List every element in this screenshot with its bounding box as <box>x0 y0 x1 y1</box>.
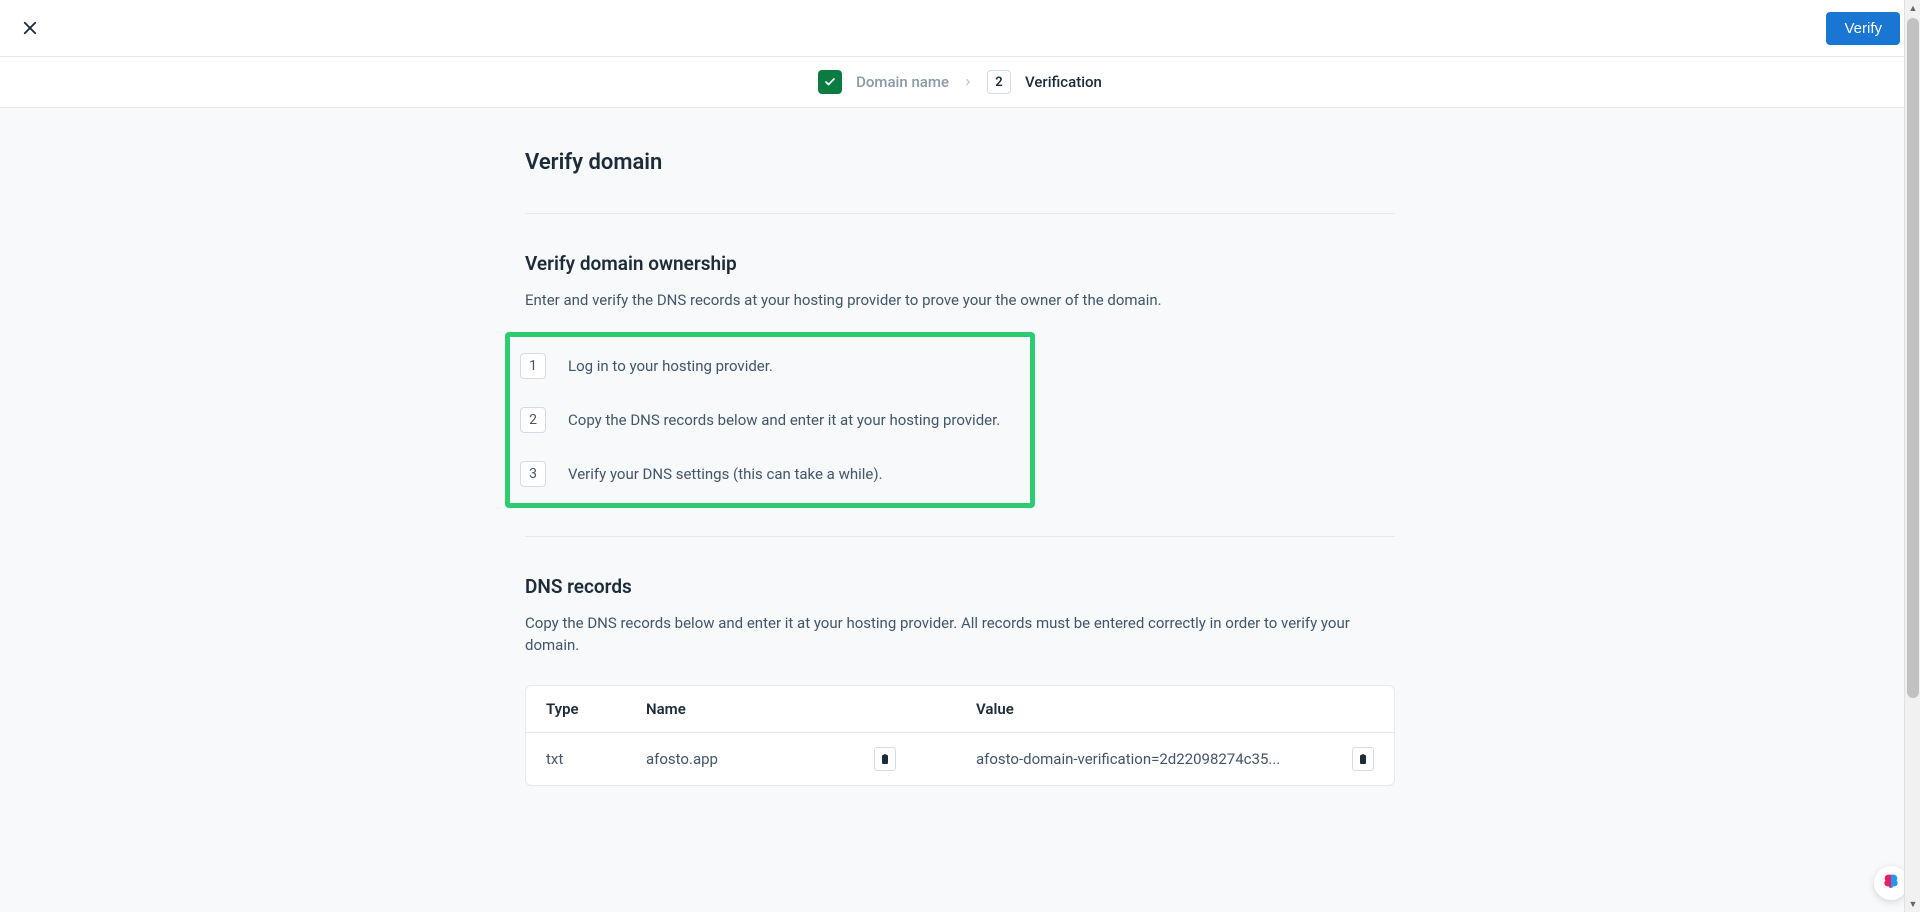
help-widget-button[interactable] <box>1874 866 1908 900</box>
brain-icon <box>1881 873 1901 893</box>
chevron-right-icon <box>963 73 973 92</box>
step-instruction-text: Verify your DNS settings (this can take … <box>568 465 883 483</box>
step-number-badge: 3 <box>520 461 546 487</box>
step-number-badge: 1 <box>520 353 546 379</box>
step-instruction-text: Log in to your hosting provider. <box>568 357 773 375</box>
dns-section-title: DNS records <box>525 575 1395 598</box>
divider <box>525 536 1395 537</box>
column-header-name: Name <box>646 700 936 718</box>
scroll-up-arrow[interactable]: ▲ <box>1905 0 1920 16</box>
stepper: Domain name 2 Verification <box>0 57 1920 108</box>
copy-name-button[interactable] <box>874 747 896 771</box>
dns-record-value: afosto-domain-verification=2d22098274c35… <box>976 750 1280 768</box>
column-header-name-label: Name <box>646 700 686 718</box>
dns-record-name-cell: afosto.app <box>646 747 936 771</box>
check-icon <box>824 76 836 88</box>
step-1-label[interactable]: Domain name <box>856 73 949 91</box>
close-button[interactable] <box>20 18 40 38</box>
verify-button[interactable]: Verify <box>1826 12 1900 45</box>
dns-records-table: Type Name Value txt afosto.app afosto-do… <box>525 685 1395 786</box>
clipboard-icon <box>1357 752 1369 766</box>
step-item: 1 Log in to your hosting provider. <box>520 353 1020 379</box>
table-row: txt afosto.app afosto-domain-verificatio… <box>526 733 1394 785</box>
column-header-value-label: Value <box>976 700 1014 718</box>
dns-record-name: afosto.app <box>646 750 718 768</box>
table-header-row: Type Name Value <box>526 686 1394 733</box>
close-icon <box>21 19 39 37</box>
scroll-thumb[interactable] <box>1907 18 1919 698</box>
column-header-value: Value <box>936 700 1374 718</box>
step-2-badge: 2 <box>987 70 1011 94</box>
step-item: 2 Copy the DNS records below and enter i… <box>520 407 1020 433</box>
dns-record-value-cell: afosto-domain-verification=2d22098274c35… <box>936 747 1374 771</box>
divider <box>525 213 1395 214</box>
scroll-down-arrow[interactable]: ▼ <box>1905 896 1920 912</box>
step-instruction-text: Copy the DNS records below and enter it … <box>568 411 1000 429</box>
header-bar: Verify <box>0 0 1920 57</box>
clipboard-icon <box>879 752 891 766</box>
ownership-section-title: Verify domain ownership <box>525 252 1395 275</box>
page-title: Verify domain <box>525 150 1395 175</box>
content-area: Verify domain Verify domain ownership En… <box>525 108 1395 786</box>
dns-section-description: Copy the DNS records below and enter it … <box>525 612 1395 657</box>
dns-record-type: txt <box>546 750 646 768</box>
step-number-badge: 2 <box>520 407 546 433</box>
step-1-badge <box>818 70 842 94</box>
copy-value-button[interactable] <box>1352 747 1374 771</box>
steps-highlight-box: 1 Log in to your hosting provider. 2 Cop… <box>505 332 1035 508</box>
ownership-section-description: Enter and verify the DNS records at your… <box>525 289 1395 312</box>
step-2-label: Verification <box>1025 73 1102 91</box>
scrollbar[interactable]: ▲ ▼ <box>1904 0 1920 912</box>
step-item: 3 Verify your DNS settings (this can tak… <box>520 461 1020 487</box>
column-header-type: Type <box>546 700 646 718</box>
